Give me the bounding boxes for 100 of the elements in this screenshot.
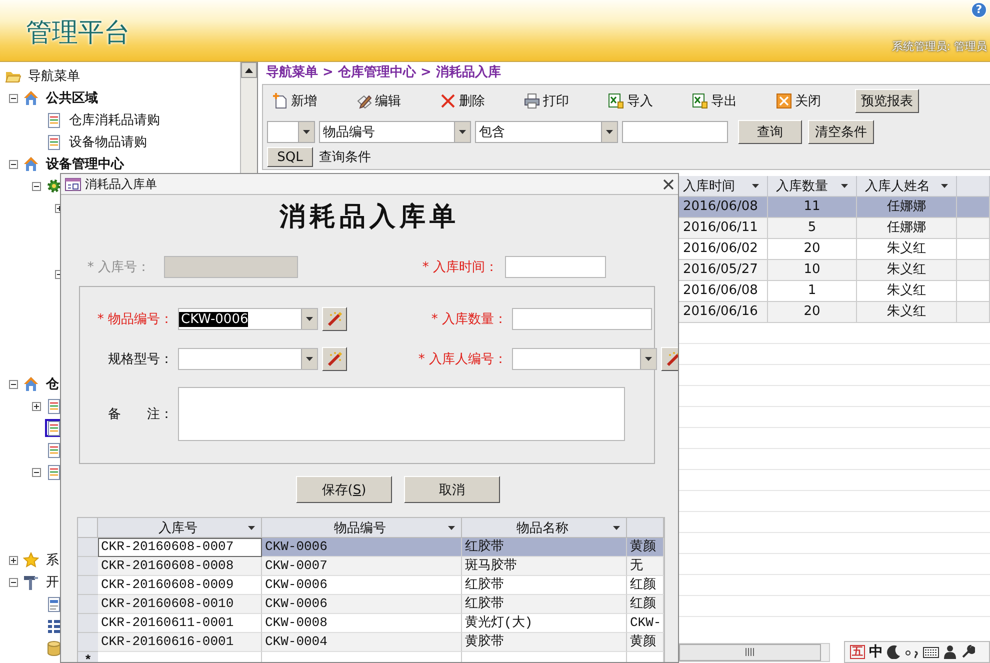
caret-icon — [245, 68, 253, 72]
collapse-icon[interactable] — [8, 578, 18, 586]
input-field[interactable] — [164, 256, 298, 278]
scroll-thumb[interactable] — [679, 644, 821, 660]
table-cell: 11 — [768, 197, 857, 218]
collapse-icon[interactable] — [8, 380, 18, 388]
tree-item[interactable]: 仓 — [44, 374, 61, 394]
caret-icon — [752, 184, 759, 188]
user-label: 系统管理员: 管理员 — [892, 39, 987, 54]
document-icon — [46, 134, 62, 150]
document-icon[interactable] — [46, 420, 62, 436]
toolbar-button[interactable]: 关闭 — [771, 90, 855, 112]
tree-item[interactable]: 公共区域 — [44, 88, 100, 108]
column-header[interactable]: 入库号 — [98, 518, 262, 538]
dropdown-button[interactable] — [601, 122, 617, 142]
document-icon[interactable] — [46, 442, 62, 458]
collapse-icon[interactable] — [32, 182, 40, 190]
edit-icon — [356, 93, 372, 109]
input-field[interactable] — [505, 256, 606, 278]
toolbar-button[interactable]: 导出 — [687, 90, 771, 112]
cancel-button[interactable]: 取消 — [404, 476, 500, 503]
tree-item[interactable]: 设备物品请购 — [67, 132, 149, 152]
grip-icon — [745, 648, 755, 656]
list-icon[interactable] — [46, 618, 62, 634]
combo-box[interactable]: CKW-0006 — [178, 308, 318, 330]
table-cell: CKR-20160608-0010 — [98, 595, 262, 614]
close-icon[interactable] — [663, 178, 674, 190]
dropdown-button[interactable] — [640, 349, 656, 369]
clear-button[interactable]: 清空条件 — [808, 120, 874, 144]
tree-item[interactable]: 仓库消耗品请购 — [67, 110, 162, 130]
person-icon[interactable] — [943, 645, 957, 659]
wrench-icon[interactable] — [961, 645, 975, 659]
table-cell — [957, 260, 990, 281]
dropdown-button[interactable] — [454, 122, 470, 142]
dropdown-button[interactable] — [301, 309, 317, 329]
ime-language-button[interactable]: 中 — [869, 643, 883, 661]
star-icon — [23, 552, 39, 568]
table-cell: 斑马胶带 — [462, 557, 627, 576]
field-label: * 入库数量： — [430, 311, 508, 328]
dropdown-button[interactable] — [301, 349, 317, 369]
collapse-icon[interactable] — [8, 94, 18, 102]
picker-button[interactable] — [322, 307, 347, 331]
caret-icon — [613, 526, 620, 530]
caret-icon — [941, 184, 948, 188]
collapse-icon[interactable] — [8, 160, 18, 168]
dropdown-button[interactable] — [298, 122, 314, 142]
expand-icon[interactable] — [8, 556, 18, 564]
scroll-up-button[interactable] — [241, 62, 257, 78]
document-icon[interactable] — [46, 398, 62, 414]
input-field[interactable] — [622, 121, 728, 143]
field-label: * 入库人编号： — [417, 351, 508, 368]
column-header[interactable]: 入库人姓名 — [857, 176, 957, 197]
spreadsheet-icon — [608, 93, 624, 109]
condition-label: 查询条件 — [319, 149, 371, 166]
delete-icon — [440, 93, 456, 109]
gear-icon[interactable] — [46, 178, 62, 194]
new-document-icon — [272, 93, 288, 109]
query-button[interactable]: 查询 — [738, 120, 802, 144]
caret-icon — [248, 526, 255, 530]
sql-button[interactable]: SQL — [267, 147, 313, 167]
tree-item[interactable]: 开 — [44, 572, 61, 592]
database-icon[interactable] — [46, 640, 62, 656]
caret-icon — [303, 130, 310, 134]
toolbar-button[interactable]: 删除 — [435, 90, 519, 112]
form-icon[interactable] — [46, 596, 62, 612]
toolbar-button[interactable]: 打印 — [519, 90, 603, 112]
collapse-icon[interactable] — [32, 468, 40, 476]
table-cell: 无 — [627, 557, 664, 576]
input-field[interactable] — [512, 308, 652, 330]
report-button[interactable]: 预览报表 — [855, 89, 919, 113]
toolbar-button[interactable]: 导入 — [603, 90, 687, 112]
column-header[interactable]: 物品编号 — [262, 518, 462, 538]
tree-item[interactable]: 导航菜单 — [26, 66, 82, 86]
new-row-marker: * — [78, 652, 98, 662]
app-title: 管理平台 — [26, 17, 130, 49]
keyboard-icon[interactable] — [923, 646, 939, 658]
table-cell: CKW-0004 — [262, 633, 462, 652]
wand-icon — [326, 351, 342, 367]
combo-box[interactable]: 物品编号 — [319, 121, 471, 143]
combo-box[interactable]: 包含 — [475, 121, 618, 143]
picker-button[interactable] — [322, 347, 347, 371]
ime-mode-button[interactable]: 五 — [850, 645, 865, 659]
expand-icon[interactable] — [32, 402, 40, 410]
help-button[interactable]: ? — [971, 2, 987, 18]
tree-item[interactable]: 设备管理中心 — [44, 154, 126, 174]
dialog-title: 消耗品入库单 — [85, 176, 158, 192]
table-cell: CKW-0006 — [262, 538, 462, 557]
save-button[interactable]: 保存(S) — [296, 476, 392, 503]
document-icon[interactable] — [46, 464, 62, 480]
horizontal-scrollbar[interactable] — [678, 642, 830, 662]
moon-icon[interactable] — [887, 645, 901, 659]
field-label: * 入库号： — [86, 259, 151, 276]
toolbar-button[interactable]: 编辑 — [351, 90, 435, 112]
tree-item[interactable]: 系 — [44, 550, 61, 570]
toolbar-button[interactable]: 新增 — [267, 90, 351, 112]
table-cell — [957, 218, 990, 239]
field-label: 备 注： — [107, 406, 174, 423]
column-header[interactable]: 物品名称 — [462, 518, 627, 538]
column-header[interactable]: 入库数量 — [768, 176, 857, 197]
form-heading: 消耗品入库单 — [278, 201, 460, 234]
